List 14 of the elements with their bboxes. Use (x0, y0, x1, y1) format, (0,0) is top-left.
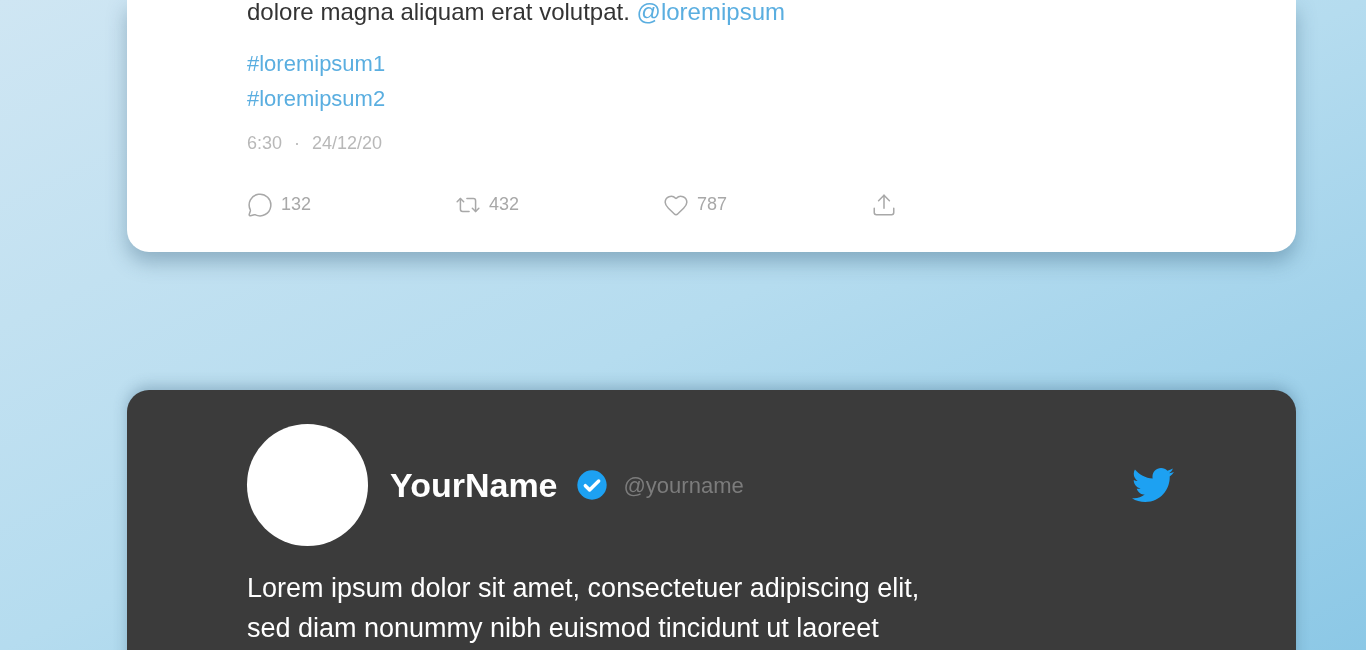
tweet-text: dolore magna aliquam erat volutpat. @loremipsum (247, 0, 785, 24)
hashtag-link[interactable]: #loremipsum2 (247, 81, 386, 116)
reply-button[interactable]: 132 (247, 191, 455, 218)
tweet-time: 6:30 (247, 132, 283, 155)
user-handle: @yourname (623, 471, 744, 500)
retweet-button[interactable]: 432 (455, 191, 663, 218)
mention-link[interactable]: @loremipsum (636, 0, 785, 25)
separator-dot: · (294, 132, 301, 155)
hashtag-link[interactable]: #loremipsum1 (247, 46, 386, 81)
user-name: YourName (390, 464, 558, 506)
tweet-date: 24/12/20 (312, 132, 383, 155)
tweet-text: Lorem ipsum dolor sit amet, consectetuer adipiscing elit, sed diam nonummy nibh euismod tincidunt ut laoreet (247, 572, 920, 645)
like-button[interactable]: 787 (663, 191, 871, 218)
reply-icon (247, 191, 273, 218)
